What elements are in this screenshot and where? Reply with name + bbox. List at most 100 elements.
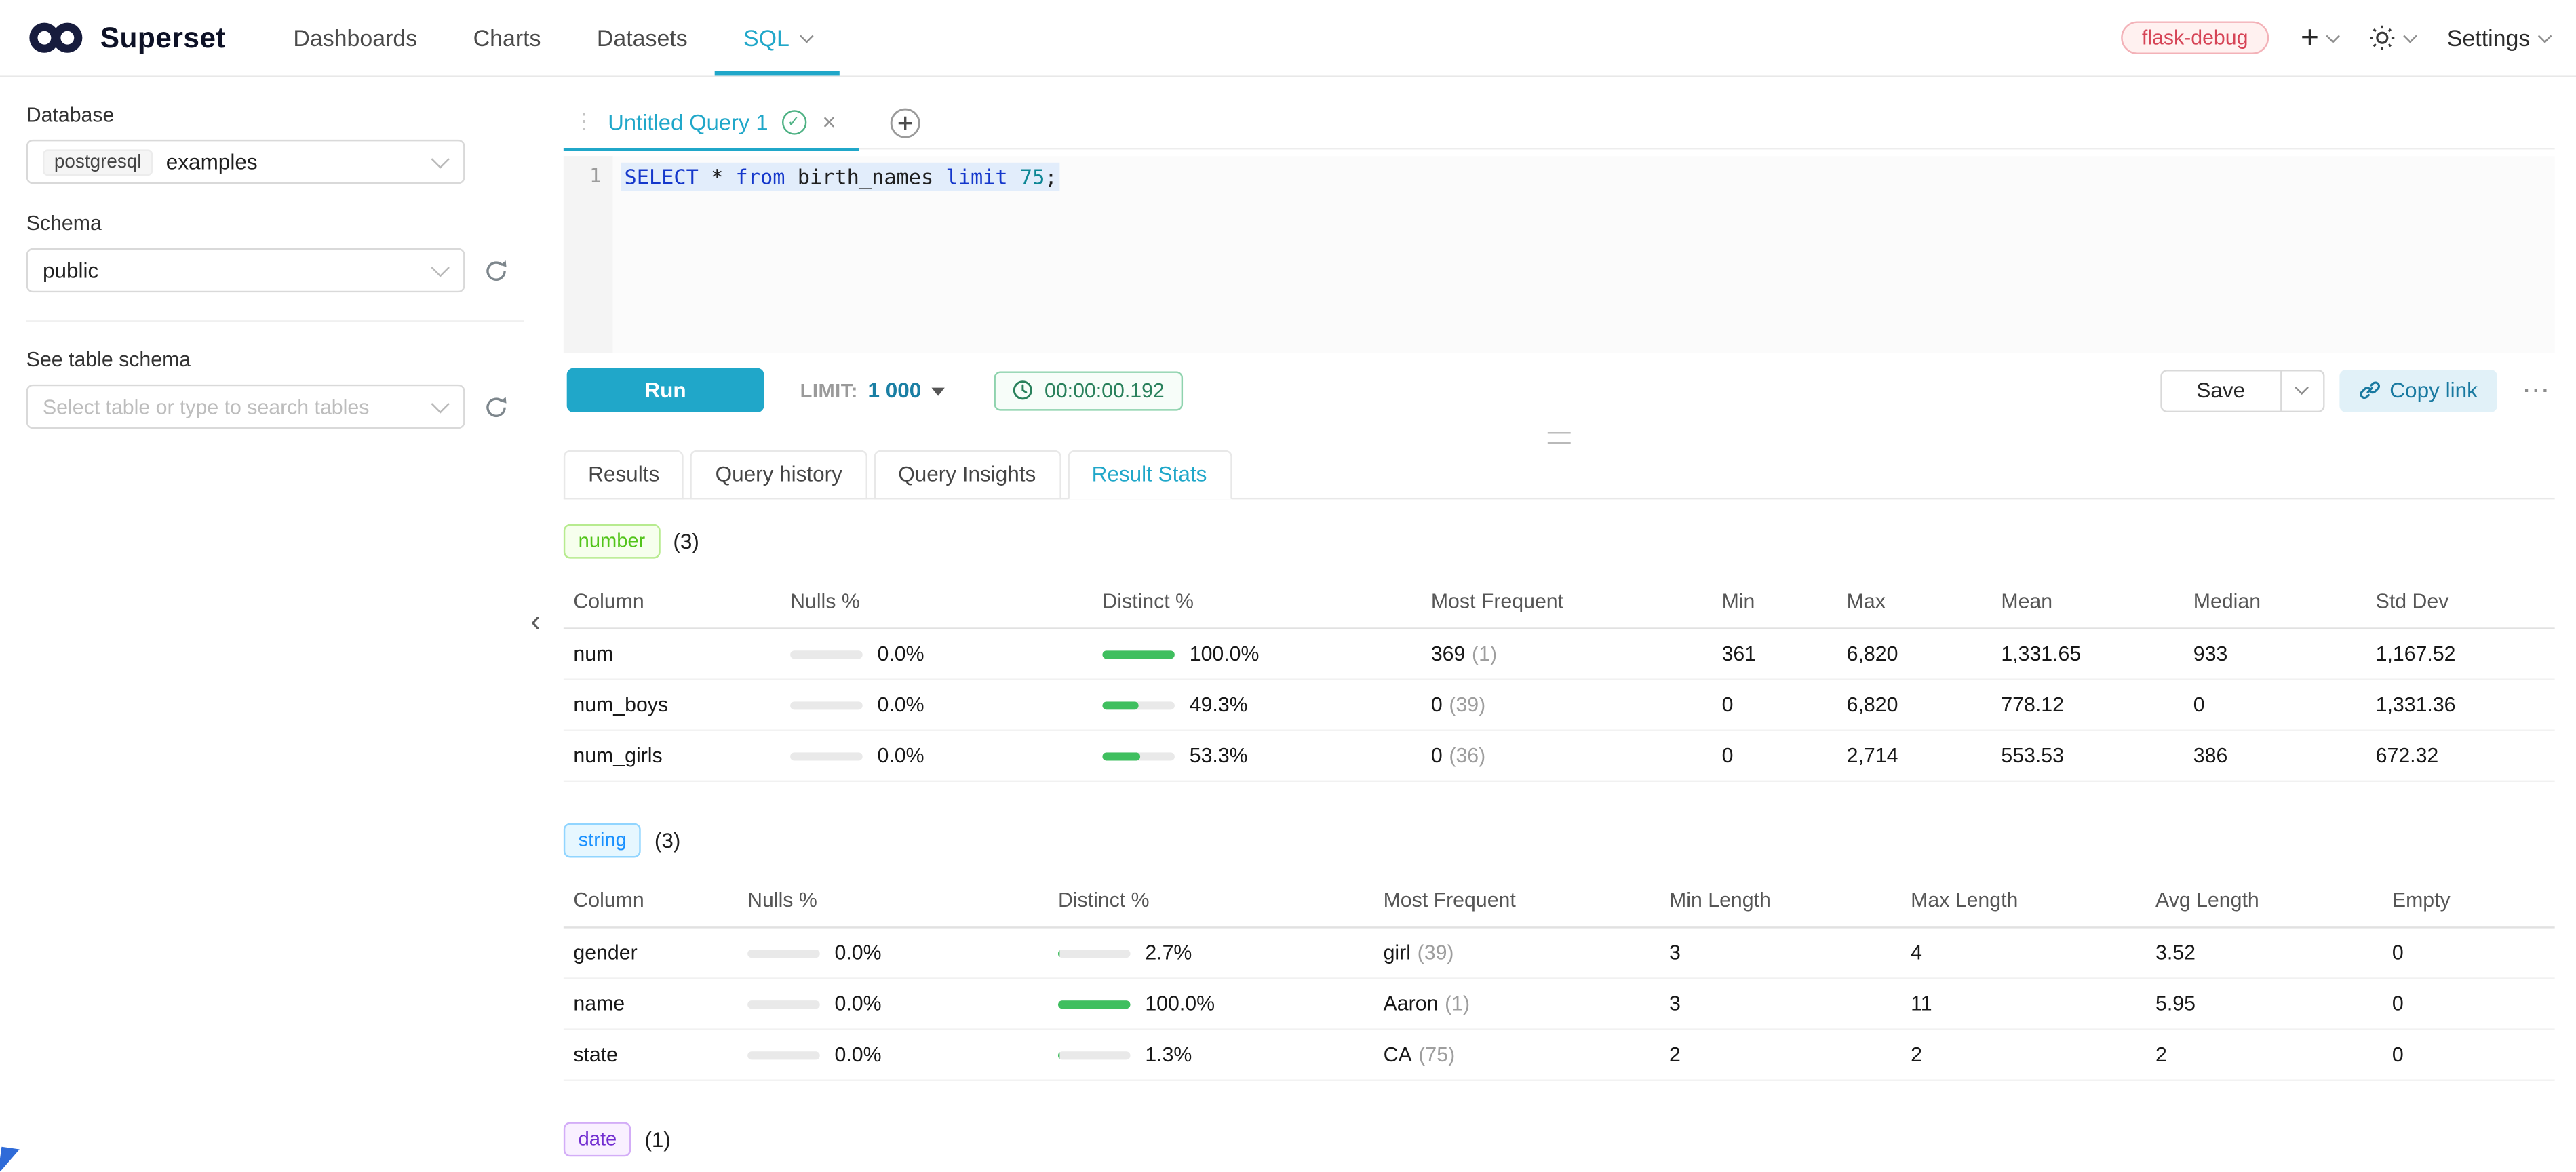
- stat-value: 672.32: [2376, 744, 2555, 767]
- stat-value: 4: [1911, 941, 2155, 964]
- settings-menu[interactable]: Settings: [2447, 24, 2550, 51]
- add-tab-button[interactable]: [889, 106, 921, 138]
- table-row: num_girls0.0%53.3%0(36)02,714553.5338667…: [564, 731, 2555, 782]
- sql-editor[interactable]: 1 SELECT * from birth_names limit 75;: [564, 156, 2555, 353]
- drag-handle-icon[interactable]: ⋮: [573, 109, 594, 135]
- column-header: Nulls %: [747, 888, 1058, 912]
- stats-section-number: number(3)ColumnNulls %Distinct %Most Fre…: [564, 524, 2555, 782]
- table-schema-label: See table schema: [26, 349, 524, 372]
- most-frequent-count: (36): [1449, 744, 1485, 767]
- percent-label: 0.0%: [878, 693, 924, 716]
- refresh-tables-button[interactable]: [485, 395, 508, 418]
- distinct-percent: 100.0%: [1102, 642, 1430, 665]
- progress-fill: [1102, 751, 1141, 760]
- chevron-down-icon: [431, 150, 449, 168]
- database-select[interactable]: postgresql examples: [26, 140, 465, 184]
- type-badge: string: [564, 823, 642, 858]
- progress-bar: [747, 949, 820, 957]
- elapsed-time-text: 00:00:00.192: [1045, 378, 1165, 402]
- table-row: num0.0%100.0%369(1)3616,8201,331.659331,…: [564, 629, 2555, 680]
- percent-label: 0.0%: [835, 992, 882, 1015]
- progress-bar: [747, 1051, 820, 1059]
- stat-value: 2,714: [1847, 744, 2002, 767]
- more-options-button[interactable]: ⋯: [2522, 374, 2552, 406]
- percent-label: 100.0%: [1190, 642, 1260, 665]
- table-row: state0.0%1.3%CA(75)2220: [564, 1030, 2555, 1081]
- settings-label: Settings: [2447, 24, 2531, 51]
- nulls-percent: 0.0%: [790, 642, 1102, 665]
- sqllab-sidebar: Database postgresql examples Schema publ…: [0, 77, 550, 1171]
- limit-dropdown[interactable]: LIMIT: 1 000: [800, 378, 945, 402]
- tab-results[interactable]: Results: [564, 450, 684, 500]
- column-header: Empty: [2392, 888, 2555, 912]
- nav-item-dashboards[interactable]: Dashboards: [265, 0, 445, 75]
- column-count: (3): [655, 828, 680, 853]
- column-header: Std Dev: [2376, 590, 2555, 613]
- sql-token: birth_names: [785, 164, 945, 189]
- tab-label: Results: [588, 462, 659, 486]
- progress-bar: [1058, 1000, 1131, 1008]
- editor-toolbar: Run LIMIT: 1 000 00:00:00.192 Save: [564, 353, 2555, 431]
- editor-code-area[interactable]: SELECT * from birth_names limit 75;: [613, 156, 2555, 353]
- distinct-percent: 49.3%: [1102, 693, 1430, 716]
- nulls-percent: 0.0%: [790, 744, 1102, 767]
- stat-value: 0: [2392, 941, 2555, 964]
- tab-query-insights[interactable]: Query Insights: [874, 450, 1061, 500]
- stat-value: 2: [2155, 1043, 2392, 1066]
- stat-value: 778.12: [2001, 693, 2193, 716]
- column-count: (3): [673, 529, 699, 553]
- success-check-icon: ✓: [781, 109, 806, 134]
- tab-query-history[interactable]: Query history: [690, 450, 867, 500]
- nulls-percent: 0.0%: [747, 941, 1058, 964]
- column-header: Median: [2193, 590, 2376, 613]
- nav-item-sql[interactable]: SQL: [716, 0, 839, 75]
- run-button[interactable]: Run: [567, 368, 764, 412]
- sql-token: limit: [945, 164, 1007, 189]
- editor-gutter: 1: [564, 156, 613, 353]
- schema-select[interactable]: public: [26, 248, 465, 292]
- elapsed-timer: 00:00:00.192: [994, 370, 1183, 410]
- pane-splitter[interactable]: [564, 431, 2555, 446]
- percent-label: 0.0%: [835, 941, 882, 964]
- section-header: number(3): [564, 524, 2555, 559]
- copy-link-button[interactable]: Copy link: [2339, 369, 2497, 412]
- brand[interactable]: Superset: [26, 20, 226, 56]
- stats-section-string: string(3)ColumnNulls %Distinct %Most Fre…: [564, 823, 2555, 1081]
- save-button[interactable]: Save: [2160, 369, 2281, 412]
- mouse-cursor: [0, 1147, 20, 1171]
- tab-result-stats[interactable]: Result Stats: [1067, 450, 1231, 500]
- theme-menu[interactable]: [2370, 24, 2416, 51]
- refresh-schemas-button[interactable]: [485, 259, 508, 282]
- save-options-button[interactable]: [2281, 369, 2324, 412]
- collapse-sidebar-button[interactable]: ‹: [530, 606, 541, 636]
- column-header: Column: [564, 590, 790, 613]
- column-name: num_girls: [564, 744, 790, 767]
- stat-value: 5.95: [2155, 992, 2392, 1015]
- database-select-value: examples: [166, 149, 258, 174]
- brand-name: Superset: [100, 20, 226, 55]
- progress-bar: [790, 701, 863, 709]
- query-tab-title: Untitled Query 1: [608, 109, 768, 134]
- close-tab-icon[interactable]: ×: [822, 109, 836, 135]
- schema-label: Schema: [26, 212, 524, 235]
- stat-value: 933: [2193, 642, 2376, 665]
- column-header: Most Frequent: [1384, 888, 1669, 912]
- nav-item-label: Datasets: [597, 24, 688, 51]
- most-frequent: girl(39): [1384, 941, 1669, 964]
- percent-label: 0.0%: [878, 642, 924, 665]
- progress-bar: [1058, 1051, 1131, 1059]
- most-frequent-value: Aaron: [1384, 992, 1439, 1015]
- column-header: Nulls %: [790, 590, 1102, 613]
- query-tab[interactable]: ⋮ Untitled Query 1 ✓ ×: [564, 96, 859, 151]
- stat-value: 0: [1722, 693, 1847, 716]
- table-select[interactable]: Select table or type to search tables: [26, 385, 465, 429]
- nav-item-charts[interactable]: Charts: [445, 0, 568, 75]
- new-item-menu[interactable]: +: [2301, 22, 2339, 54]
- database-type-tag: postgresql: [43, 149, 153, 175]
- most-frequent-value: CA: [1384, 1043, 1412, 1066]
- tab-label: Result Stats: [1092, 462, 1207, 486]
- column-name: num_boys: [564, 693, 790, 716]
- nav-item-datasets[interactable]: Datasets: [569, 0, 716, 75]
- theme-sun-icon: [2370, 24, 2396, 51]
- superset-logo-icon: [26, 20, 85, 56]
